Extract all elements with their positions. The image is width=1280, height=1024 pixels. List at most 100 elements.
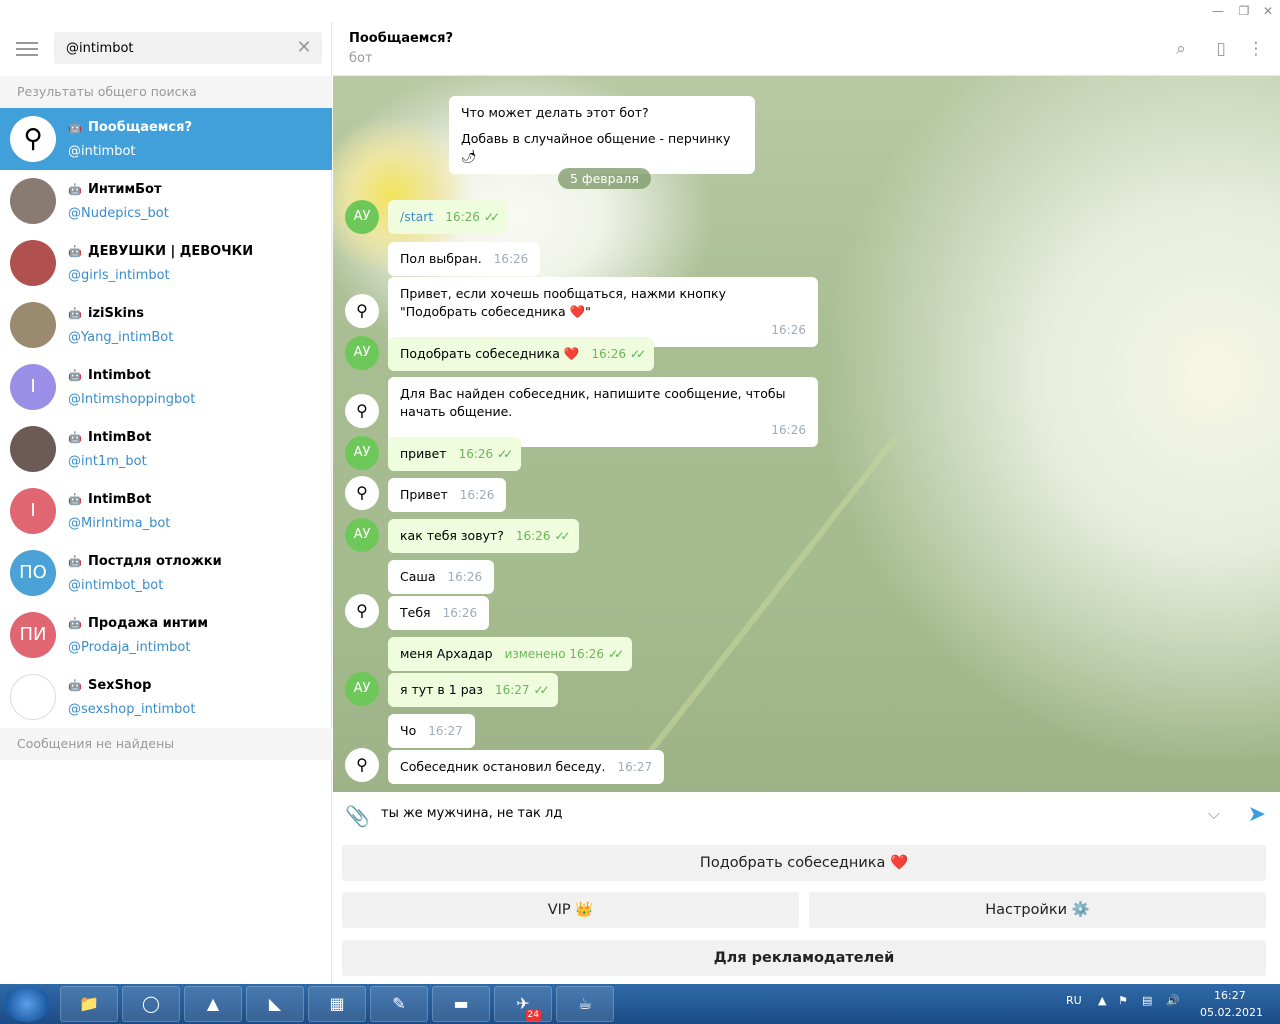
telegram-icon[interactable]: ✈ 24 [494, 986, 552, 1022]
message-text: привет [400, 446, 447, 461]
clock-date[interactable]: 05.02.2021 [1200, 1006, 1263, 1019]
search-result-item[interactable]: 🤖 SexShop @sexshop_intimbot [0, 666, 332, 728]
avatar[interactable]: АУ [345, 436, 379, 470]
message-time: 16:26 [458, 447, 494, 461]
bot-avatar[interactable]: ⚲ [345, 294, 379, 328]
avatar[interactable]: АУ [345, 518, 379, 552]
volume-icon[interactable]: 🔊 [1166, 994, 1180, 1007]
message-time: 16:26 [591, 347, 627, 361]
minimize-button[interactable]: — [1206, 2, 1230, 20]
avatar[interactable]: АУ [345, 200, 379, 234]
search-result-item[interactable]: I 🤖 IntimBot @MirIntima_bot [0, 480, 332, 542]
avatar [10, 178, 56, 224]
chevron-down-icon[interactable]: ⌵ [1208, 804, 1220, 824]
message-bubble[interactable]: Подобрать собеседника ❤️ 16:26 ✓✓ [388, 337, 655, 371]
chat-name: 🤖 ДЕВУШКИ | ДЕВОЧКИ [68, 244, 254, 259]
sidebar-toggle-icon[interactable]: ▯ [1210, 38, 1232, 60]
bot-avatar[interactable]: ⚲ [345, 476, 379, 510]
language-indicator[interactable]: RU [1066, 994, 1082, 1007]
message-text: Чо [400, 723, 417, 738]
bot-icon: 🤖 [68, 431, 82, 444]
global-results-header: Результаты общего поиска [0, 76, 332, 108]
message-bubble[interactable]: Собеседник остановил беседу. 16:27 [388, 750, 665, 784]
hamburger-menu-icon[interactable] [16, 38, 38, 60]
java-icon[interactable]: ☕ [556, 986, 614, 1022]
send-icon[interactable]: ➤ [1248, 802, 1266, 827]
message-bubble[interactable]: /start 16:26 ✓✓ [388, 200, 509, 234]
chat-username: @intimbot [68, 144, 136, 159]
search-result-item[interactable]: ⚲ 🤖 Пообщаемся? @intimbot [0, 108, 332, 170]
visual-studio-icon[interactable]: ◣ [246, 986, 304, 1022]
notepad-icon[interactable]: ✎ [370, 986, 428, 1022]
start-button[interactable] [4, 986, 50, 1022]
chat-username: @Intimshoppingbot [68, 392, 196, 407]
message-text: Пол выбран. [400, 251, 482, 266]
chat-username: @sexshop_intimbot [68, 702, 196, 717]
bot-icon: 🤖 [68, 307, 82, 320]
advertisers-button[interactable]: Для рекламодателей [342, 940, 1266, 976]
search-result-item[interactable]: 🤖 ИнтимБот @Nudepics_bot [0, 170, 332, 232]
avatar: I [10, 364, 56, 410]
settings-button[interactable]: Настройки ⚙️ [809, 892, 1266, 928]
vip-button[interactable]: VIP 👑 [342, 892, 799, 928]
message-bubble[interactable]: как тебя зовут? 16:26 ✓✓ [388, 519, 579, 553]
explorer-icon[interactable]: 📁 [60, 986, 118, 1022]
search-icon[interactable]: ⌕ [1170, 38, 1192, 60]
tray-arrow-icon[interactable]: ▲ [1098, 994, 1106, 1007]
cmd-icon[interactable]: ▬ [432, 986, 490, 1022]
message-time: 16:26 [445, 210, 480, 224]
close-button[interactable]: ✕ [1256, 2, 1280, 20]
message-bubble[interactable]: Чо 16:27 [388, 714, 475, 748]
bot-icon: 🤖 [68, 555, 82, 568]
bot-icon: 🤖 [68, 617, 82, 630]
android-studio-icon[interactable]: ▲ [184, 986, 242, 1022]
search-result-item[interactable]: ПИ 🤖 Продажа интим @Prodaja_intimbot [0, 604, 332, 666]
opera-icon[interactable]: ◯ [122, 986, 180, 1022]
chat-name: 🤖 SexShop [68, 678, 152, 693]
message-text[interactable]: /start [400, 209, 433, 224]
chat-messages-area[interactable]: Что может делать этот бот? Добавь в случ… [333, 76, 1280, 792]
find-partner-button[interactable]: Подобрать собеседника ❤️ [342, 845, 1266, 881]
chat-status: бот [349, 51, 373, 66]
more-menu-icon[interactable]: ⋮ [1245, 38, 1267, 60]
paperclip-icon[interactable]: 📎 [345, 804, 370, 828]
message-input[interactable]: ты же мужчина, не так лд [381, 806, 562, 821]
search-result-item[interactable]: 🤖 IntimBot @int1m_bot [0, 418, 332, 480]
chat-name: 🤖 Пообщаемся? [68, 120, 192, 135]
clock-time[interactable]: 16:27 [1214, 989, 1246, 1002]
avatar[interactable]: АУ [345, 336, 379, 370]
message-bubble[interactable]: Пол выбран. 16:26 [388, 242, 541, 276]
search-result-item[interactable]: 🤖 iziSkins @Yang_intimBot [0, 294, 332, 356]
avatar[interactable]: АУ [345, 672, 379, 706]
chat-name: 🤖 IntimBot [68, 430, 152, 445]
clear-search-icon[interactable]: ✕ [294, 38, 314, 58]
chat-username: @Prodaja_intimbot [68, 640, 191, 655]
message-text: Привет [400, 487, 448, 502]
bot-info-card: Что может делать этот бот? Добавь в случ… [449, 96, 755, 174]
search-result-item[interactable]: 🤖 ДЕВУШКИ | ДЕВОЧКИ @girls_intimbot [0, 232, 332, 294]
bot-avatar[interactable]: ⚲ [345, 594, 379, 628]
avatar: ⚲ [10, 116, 56, 162]
search-result-item[interactable]: ПО 🤖 Постдля отложки @intimbot_bot [0, 542, 332, 604]
message-bubble[interactable]: Тебя 16:26 [388, 596, 490, 630]
chat-title[interactable]: Пообщаемся? [349, 31, 453, 46]
message-bubble[interactable]: Саша 16:26 [388, 560, 495, 594]
search-input[interactable] [54, 32, 274, 64]
message-bubble[interactable]: меня Архадар изменено 16:26 ✓✓ [388, 637, 633, 671]
action-center-icon[interactable]: ⚑ [1118, 994, 1128, 1007]
avatar [10, 674, 56, 720]
message-bubble[interactable]: я тут в 1 раз 16:27 ✓✓ [388, 673, 558, 707]
maximize-button[interactable]: ❐ [1232, 2, 1256, 20]
bot-avatar[interactable]: ⚲ [345, 748, 379, 782]
message-bubble[interactable]: Привет 16:26 [388, 478, 507, 512]
search-result-item[interactable]: I 🤖 Intimbot @Intimshoppingbot [0, 356, 332, 418]
network-icon[interactable]: ▤ [1142, 994, 1152, 1007]
message-time: 16:26 [447, 570, 483, 584]
chat-name: 🤖 ИнтимБот [68, 182, 162, 197]
bot-avatar[interactable]: ⚲ [345, 394, 379, 428]
calculator-icon[interactable]: ▦ [308, 986, 366, 1022]
message-bubble[interactable]: привет 16:26 ✓✓ [388, 437, 522, 471]
bot-icon: 🤖 [68, 679, 82, 692]
read-check-icon: ✓✓ [554, 529, 570, 543]
message-time: 16:26 [442, 606, 478, 620]
